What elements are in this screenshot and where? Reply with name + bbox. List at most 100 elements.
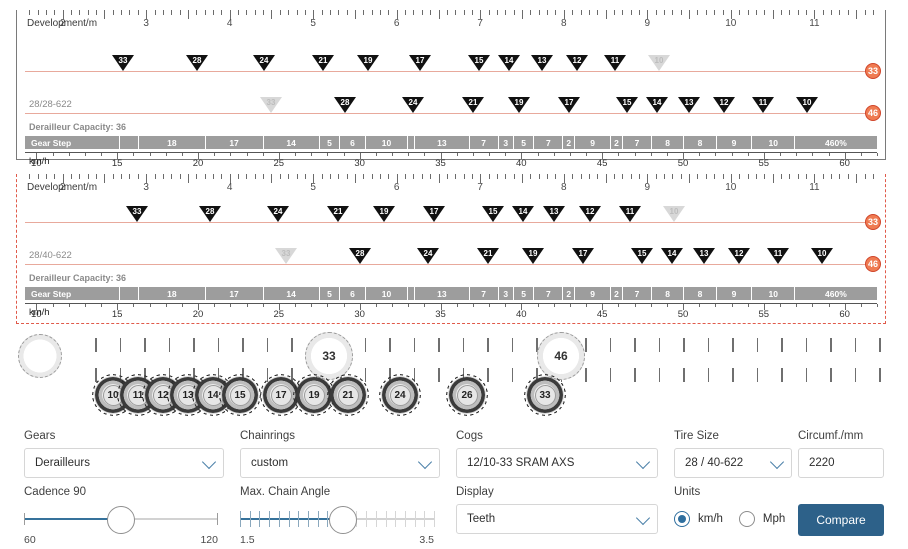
gear-marker[interactable]: 12 xyxy=(579,206,601,222)
gear-marker[interactable]: 28 xyxy=(334,97,356,113)
gear-marker[interactable]: 17 xyxy=(572,248,594,264)
speed-label: 50 xyxy=(677,309,689,320)
gear-marker[interactable]: 17 xyxy=(558,97,580,113)
scale-tick xyxy=(217,338,219,352)
gear-marker[interactable]: 10 xyxy=(811,248,833,264)
scale-tick xyxy=(854,338,856,352)
display-select[interactable]: Teeth xyxy=(456,504,658,534)
gear-marker[interactable]: 24 xyxy=(267,206,289,222)
gear-marker[interactable]: 19 xyxy=(522,248,544,264)
gear-marker[interactable]: 17 xyxy=(409,55,431,71)
gear-marker[interactable]: 13 xyxy=(678,97,700,113)
gear-marker[interactable]: 33 xyxy=(260,97,282,113)
gear-marker[interactable]: 24 xyxy=(417,248,439,264)
ruler-tick xyxy=(555,174,557,179)
cog[interactable]: 15 xyxy=(222,377,258,413)
ruler-tick xyxy=(304,174,306,179)
cadence-knob[interactable] xyxy=(107,506,135,534)
gear-marker[interactable]: 28 xyxy=(186,55,208,71)
chainring-placeholder[interactable] xyxy=(18,334,62,378)
ruler-tick xyxy=(221,10,223,15)
ruler-tick xyxy=(204,174,206,179)
chainrings-select[interactable]: custom xyxy=(240,448,440,478)
gear-marker[interactable]: 11 xyxy=(767,248,789,264)
speed-tick xyxy=(230,153,232,156)
ruler-tick xyxy=(797,10,799,15)
gear-marker[interactable]: 13 xyxy=(693,248,715,264)
gear-marker[interactable]: 28 xyxy=(199,206,221,222)
gear-marker[interactable]: 10 xyxy=(663,206,685,222)
circumference-input[interactable]: 2220 xyxy=(798,448,884,478)
gear-marker[interactable]: 14 xyxy=(661,248,683,264)
gear-marker[interactable]: 21 xyxy=(477,248,499,264)
gear-step-bar-top: Gear Step 18 17 14 5 6 10 13 7 3 5 7 2 9 2 7 8 8 9 10 460% xyxy=(25,136,877,149)
gear-marker[interactable]: 15 xyxy=(468,55,490,71)
gear-marker[interactable]: 10 xyxy=(648,55,670,71)
gear-marker[interactable]: 11 xyxy=(604,55,626,71)
gear-marker-label: 12 xyxy=(585,207,595,216)
gear-marker[interactable]: 33 xyxy=(112,55,134,71)
ruler-tick xyxy=(254,174,256,179)
ruler-tick xyxy=(129,174,131,179)
gear-marker[interactable]: 21 xyxy=(462,97,484,113)
gear-marker[interactable]: 13 xyxy=(531,55,553,71)
cog[interactable]: 24 xyxy=(382,377,418,413)
gear-marker[interactable]: 11 xyxy=(752,97,774,113)
gear-marker[interactable]: 24 xyxy=(253,55,275,71)
radio-mph[interactable] xyxy=(738,511,755,527)
gear-marker[interactable]: 14 xyxy=(646,97,668,113)
cog[interactable]: 33 xyxy=(527,377,563,413)
gear-marker[interactable]: 15 xyxy=(631,248,653,264)
gears-select[interactable]: Derailleurs xyxy=(24,448,224,478)
ruler-tick xyxy=(37,10,39,15)
gear-marker[interactable]: 10 xyxy=(796,97,818,113)
ruler-label: 4 xyxy=(226,18,233,29)
gear-marker-label: 17 xyxy=(415,56,425,65)
ruler-tick xyxy=(806,10,807,15)
gear-marker[interactable]: 12 xyxy=(728,248,750,264)
radio-mph-label[interactable]: Mph xyxy=(763,513,785,525)
ruler-label: 6 xyxy=(393,182,400,193)
drivetrain-diagram[interactable]: 33 46 10 11 12 13 14 15 17 19 21 24 26 33 xyxy=(0,330,908,422)
chainring[interactable]: 46 xyxy=(537,332,585,380)
chain-angle-slider[interactable] xyxy=(240,504,435,534)
cogs-select[interactable]: 12/10-33 SRAM AXS xyxy=(456,448,658,478)
cog[interactable]: 26 xyxy=(449,377,485,413)
gear-marker-label: 28 xyxy=(192,56,202,65)
cadence-slider[interactable] xyxy=(24,504,218,534)
gear-marker[interactable]: 33 xyxy=(126,206,148,222)
compare-button[interactable]: Compare xyxy=(798,504,884,536)
chainring[interactable]: 33 xyxy=(305,332,353,380)
chain-angle-knob[interactable] xyxy=(328,506,357,534)
gear-marker[interactable]: 19 xyxy=(357,55,379,71)
gear-marker[interactable]: 13 xyxy=(543,206,565,222)
gear-marker[interactable]: 24 xyxy=(402,97,424,113)
cog[interactable]: 21 xyxy=(330,377,366,413)
gear-marker[interactable]: 21 xyxy=(327,206,349,222)
gear-marker[interactable]: 19 xyxy=(373,206,395,222)
gear-marker[interactable]: 11 xyxy=(619,206,641,222)
gear-marker[interactable]: 21 xyxy=(312,55,334,71)
ruler-tick xyxy=(471,174,473,179)
gear-marker[interactable]: 14 xyxy=(498,55,520,71)
speed-tick xyxy=(569,304,571,307)
ruler-tick xyxy=(329,10,331,15)
gear-marker[interactable]: 33 xyxy=(275,248,297,264)
gear-marker[interactable]: 12 xyxy=(566,55,588,71)
speed-label: 45 xyxy=(596,158,608,169)
radio-kmh-label[interactable]: km/h xyxy=(698,513,723,525)
gear-marker[interactable]: 17 xyxy=(423,206,445,222)
gear-marker[interactable]: 14 xyxy=(512,206,534,222)
tire-size-select[interactable]: 28 / 40-622 xyxy=(674,448,792,478)
ruler-tick xyxy=(96,174,97,179)
scale-tick xyxy=(95,338,97,352)
gear-marker[interactable]: 12 xyxy=(713,97,735,113)
gear-marker[interactable]: 28 xyxy=(349,248,371,264)
gear-marker[interactable]: 19 xyxy=(508,97,530,113)
ruler-tick xyxy=(872,10,874,15)
gear-marker[interactable]: 15 xyxy=(616,97,638,113)
gear-marker[interactable]: 15 xyxy=(482,206,504,222)
radio-kmh[interactable] xyxy=(674,511,690,527)
ruler-tick xyxy=(664,10,665,15)
gear-step-cell: 10 xyxy=(366,287,409,300)
